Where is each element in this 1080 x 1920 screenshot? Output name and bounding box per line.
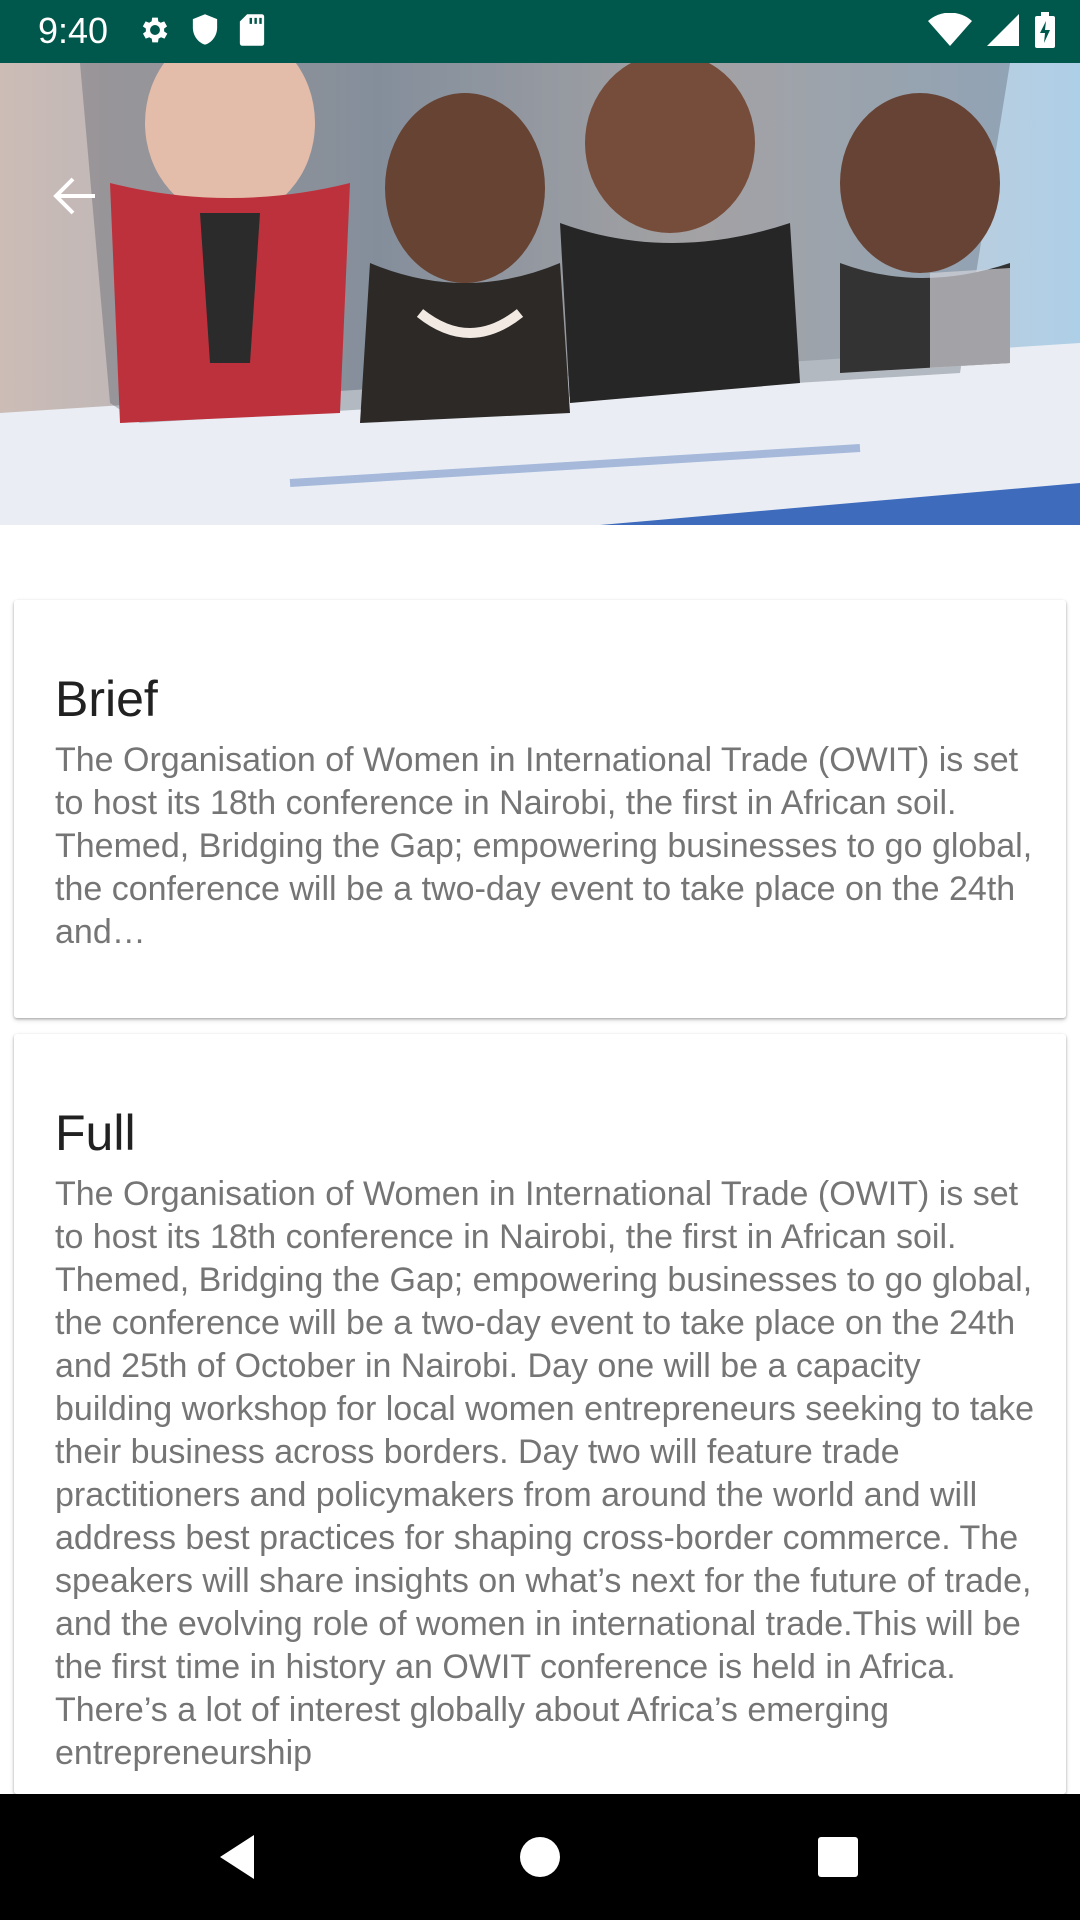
nav-back-button[interactable]	[210, 1827, 270, 1887]
hero-image	[0, 63, 1080, 525]
gear-icon	[138, 13, 172, 52]
signal-icon	[986, 13, 1020, 52]
full-card[interactable]: Full The Organisation of Women in Intern…	[14, 1034, 1066, 1794]
recents-square-icon	[808, 1837, 868, 1891]
card-body-brief: The Organisation of Women in Internation…	[55, 741, 1033, 951]
event-photo	[0, 63, 1080, 525]
status-time: 9:40	[38, 10, 109, 51]
back-button[interactable]	[44, 173, 104, 223]
status-bar: 9:40	[0, 0, 1080, 63]
wifi-icon	[928, 12, 972, 52]
navigation-bar	[0, 1794, 1080, 1920]
status-right-icons	[928, 11, 1056, 53]
card-title-brief: Brief	[55, 671, 158, 727]
back-triangle-icon	[210, 1835, 270, 1891]
nav-recents-button[interactable]	[808, 1827, 868, 1887]
shield-icon	[190, 13, 220, 52]
status-left-icons	[138, 12, 266, 52]
arrow-back-icon	[51, 176, 97, 221]
home-circle-icon	[510, 1837, 570, 1891]
card-title-full: Full	[55, 1105, 136, 1161]
brief-card[interactable]: Brief The Organisation of Women in Inter…	[14, 600, 1066, 1018]
nav-home-button[interactable]	[510, 1827, 570, 1887]
sd-card-icon	[238, 13, 266, 52]
battery-icon	[1034, 11, 1056, 53]
card-body-full: The Organisation of Women in Internation…	[55, 1175, 1034, 1772]
